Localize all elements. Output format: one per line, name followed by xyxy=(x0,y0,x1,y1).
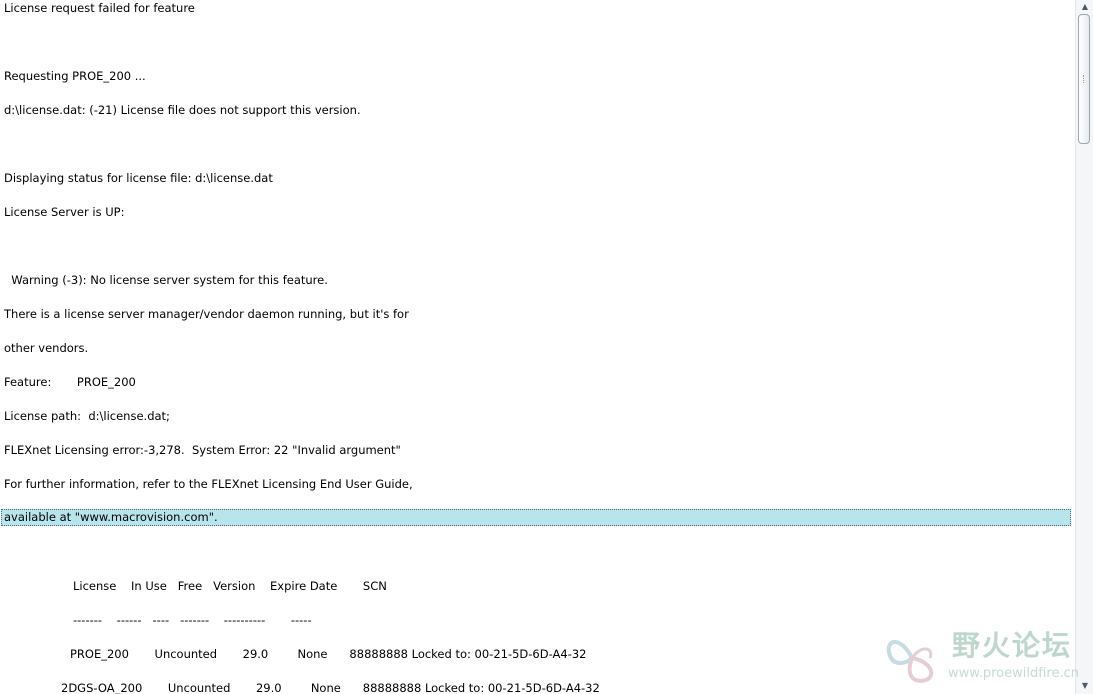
butterfly-logo-icon xyxy=(886,640,934,683)
log-line: Warning (-3): No license server system f… xyxy=(4,273,328,287)
license-table-divider: ------- ------ ---- ------- ---------- -… xyxy=(73,613,312,627)
watermark-url: www.proewildfire.cn xyxy=(948,666,1079,681)
log-line: There is a license server manager/vendor… xyxy=(4,307,409,321)
scroll-up-arrow-icon[interactable]: ▲ xyxy=(1080,2,1090,12)
log-line: d:\license.dat: (-21) License file does … xyxy=(4,103,361,117)
log-line: Feature: PROE_200 xyxy=(4,375,136,389)
license-table-header: License In Use Free Version Expire Date … xyxy=(73,579,387,593)
vertical-scrollbar[interactable]: ▲ ▼ xyxy=(1075,0,1093,694)
scroll-thumb[interactable] xyxy=(1078,14,1090,144)
log-line: License path: d:\license.dat; xyxy=(4,409,170,423)
log-line: For further information, refer to the FL… xyxy=(4,477,413,491)
license-table-row: PROE_200 Uncounted 29.0 None 88888888 Lo… xyxy=(70,647,587,661)
log-text-area[interactable]: License request failed for feature Reque… xyxy=(0,0,1075,694)
grip-icon xyxy=(1083,75,1086,83)
log-line: Requesting PROE_200 ... xyxy=(4,69,146,83)
log-line: License request failed for feature xyxy=(4,1,195,15)
watermark-title: 野火论坛 xyxy=(952,629,1073,662)
log-line-selected[interactable]: available at "www.macrovision.com". xyxy=(1,509,1071,526)
log-line: FLEXnet Licensing error:-3,278. System E… xyxy=(4,443,401,457)
log-line: License Server is UP: xyxy=(4,205,125,219)
license-table-row: 2DGS-OA_200 Uncounted 29.0 None 88888888… xyxy=(61,681,600,694)
log-line: other vendors. xyxy=(4,341,89,355)
forum-watermark: 野火论坛 www.proewildfire.cn xyxy=(880,628,1085,690)
license-log-window: License request failed for feature Reque… xyxy=(0,0,1093,694)
log-line: Displaying status for license file: d:\l… xyxy=(4,171,273,185)
